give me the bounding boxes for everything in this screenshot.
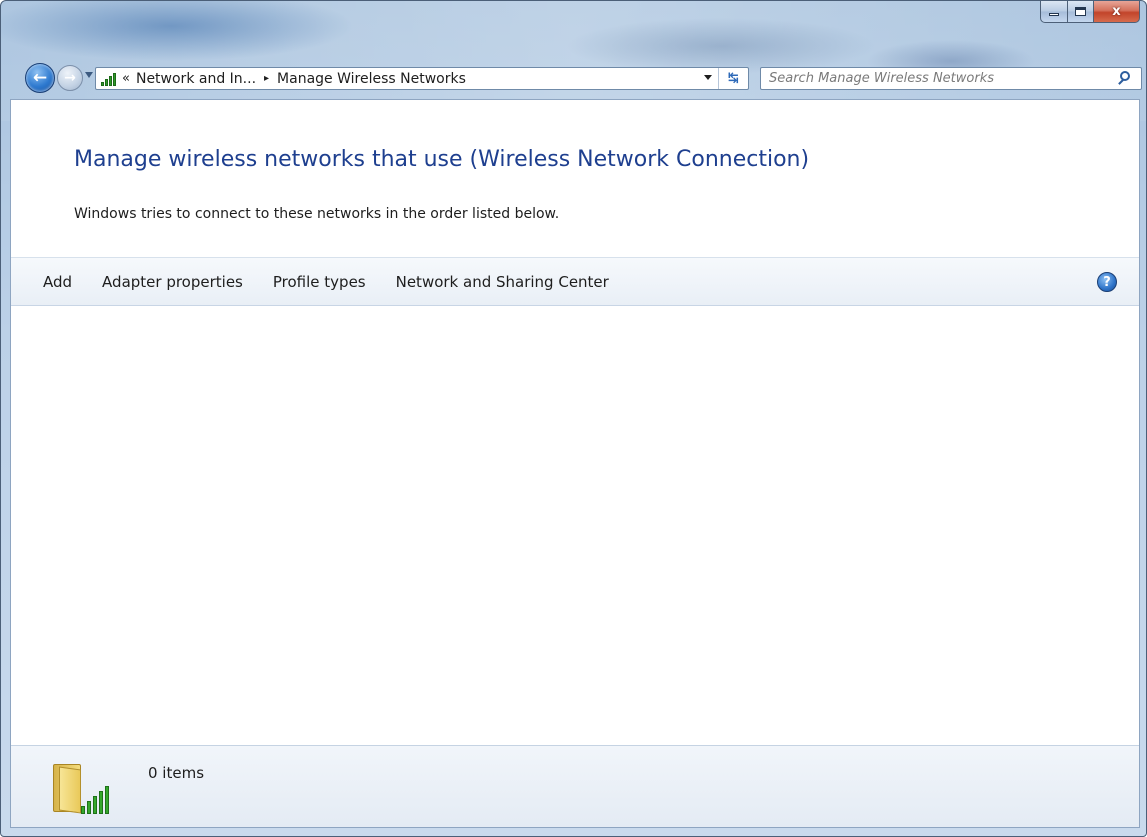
minimize-icon (1049, 13, 1059, 16)
navigation-bar: ← → « Network and In... ▸ Manage Wireles… (1, 63, 1146, 93)
breadcrumb-overflow-icon[interactable]: « (122, 71, 130, 86)
breadcrumb-item-network-and-internet[interactable]: Network and In... (136, 71, 256, 87)
adapter-properties-button[interactable]: Adapter properties (94, 269, 251, 295)
maximize-button[interactable] (1068, 1, 1094, 23)
search-box[interactable] (760, 67, 1142, 90)
address-bar[interactable]: « Network and In... ▸ Manage Wireless Ne… (95, 67, 749, 90)
add-button[interactable]: Add (35, 269, 80, 295)
content-pane: Manage wireless networks that use (Wirel… (10, 99, 1140, 828)
help-glyph: ? (1103, 274, 1111, 290)
details-pane: 0 items (11, 745, 1139, 827)
breadcrumb-separator-icon[interactable]: ▸ (264, 73, 269, 84)
profile-types-button[interactable]: Profile types (265, 269, 374, 295)
recent-pages-dropdown[interactable] (85, 72, 93, 78)
command-bar: Add Adapter properties Profile types Net… (11, 257, 1139, 306)
refresh-button[interactable]: ↹ (718, 68, 748, 89)
wireless-folder-icon (45, 758, 115, 818)
forward-arrow-icon: → (64, 70, 76, 86)
minimize-button[interactable] (1040, 1, 1068, 23)
back-arrow-icon: ← (32, 68, 48, 88)
search-input[interactable] (769, 68, 1099, 89)
item-count: 0 items (148, 764, 205, 782)
close-icon: x (1112, 4, 1121, 19)
address-dropdown-icon[interactable] (704, 75, 712, 80)
breadcrumb-item-manage-wireless-networks[interactable]: Manage Wireless Networks (277, 71, 466, 87)
maximize-icon (1075, 7, 1086, 16)
window-frame: x ← → « Network and In... ▸ Manage Wirel… (0, 0, 1147, 837)
network-list[interactable] (11, 307, 1139, 745)
network-and-sharing-center-button[interactable]: Network and Sharing Center (388, 269, 617, 295)
wireless-signal-icon (100, 71, 118, 87)
help-icon[interactable]: ? (1097, 272, 1117, 292)
forward-button[interactable]: → (57, 65, 83, 91)
close-button[interactable]: x (1094, 1, 1140, 23)
search-icon[interactable] (1115, 69, 1135, 89)
refresh-icon: ↹ (728, 71, 739, 86)
page-subtitle: Windows tries to connect to these networ… (74, 206, 560, 222)
breadcrumb: « Network and In... ▸ Manage Wireless Ne… (118, 71, 466, 87)
back-button[interactable]: ← (25, 63, 55, 93)
page-title: Manage wireless networks that use (Wirel… (74, 147, 810, 172)
caption-buttons: x (1040, 1, 1140, 23)
